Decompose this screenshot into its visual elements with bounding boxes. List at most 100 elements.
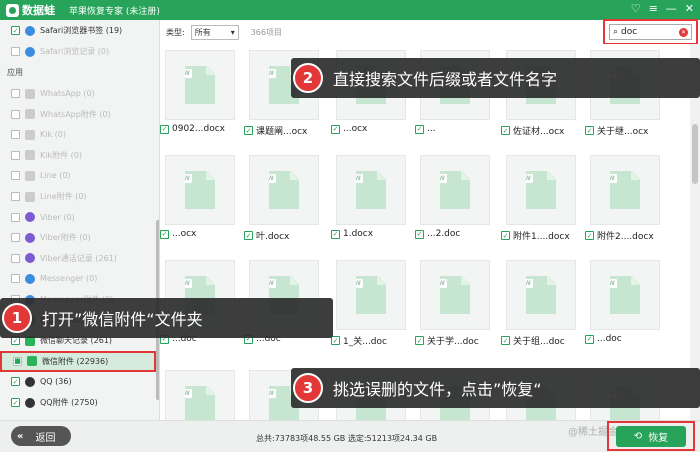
file-thumbnail[interactable] — [506, 260, 576, 330]
file-card[interactable]: ✓0902...docx — [160, 44, 243, 144]
checkbox-icon[interactable] — [11, 47, 20, 56]
file-name: ...ocx — [172, 229, 197, 239]
checkbox-checked-icon[interactable]: ✓ — [244, 231, 253, 240]
file-name: 附件1....docx — [513, 232, 570, 242]
file-name: 1_关...doc — [343, 337, 387, 347]
sidebar-item[interactable]: Viber通话记录 (261) — [0, 248, 156, 269]
qq-icon — [25, 376, 35, 387]
sidebar-item[interactable]: Line (0) — [0, 165, 156, 186]
file-card[interactable]: ✓关于组...doc — [501, 254, 584, 354]
category-sidebar: 应用 ✓ Safari浏览器书签 (19) Safari浏览记录 (0) WhatsA… — [0, 20, 160, 420]
sidebar-item[interactable]: ✓ QQ附件 (2750) — [0, 392, 156, 413]
checkbox-icon[interactable] — [11, 150, 20, 160]
file-thumbnail[interactable] — [165, 50, 235, 120]
checkbox-icon[interactable] — [11, 109, 20, 119]
checkbox-checked-icon[interactable]: ✓ — [501, 126, 510, 135]
file-thumbnail[interactable] — [165, 155, 235, 225]
sidebar-item[interactable]: ✓ QQ (36) — [0, 371, 156, 392]
safari-bookmark-icon — [25, 25, 35, 36]
sidebar-item[interactable]: Kik附件 (0) — [0, 145, 156, 166]
checkbox-checked-icon[interactable]: ✓ — [501, 231, 510, 240]
sidebar-item[interactable]: Kik (0) — [0, 124, 156, 145]
clear-search-icon[interactable]: ✕ — [679, 27, 688, 37]
file-card[interactable]: ✓附件1....docx — [501, 149, 584, 249]
sidebar-item-label: Safari浏览记录 (0) — [40, 47, 110, 56]
checkbox-checked-icon[interactable]: ✓ — [244, 126, 253, 135]
checkbox-checked-icon[interactable]: ✓ — [11, 26, 20, 35]
file-card[interactable]: ✓...ocx — [160, 149, 243, 249]
search-value: doc — [621, 27, 638, 37]
checkbox-icon[interactable] — [11, 274, 20, 284]
sidebar-item[interactable]: WhatsApp (0) — [0, 83, 156, 104]
file-card[interactable]: ✓...doc — [585, 254, 668, 354]
checkbox-checked-icon[interactable]: ✓ — [415, 229, 424, 239]
file-thumbnail[interactable] — [506, 155, 576, 225]
file-name-row: ✓ ...2.doc — [415, 229, 498, 239]
sidebar-item[interactable]: WhatsApp附件 (0) — [0, 104, 156, 125]
file-thumbnail[interactable] — [590, 155, 660, 225]
file-card[interactable]: ✓附件2....docx — [585, 149, 668, 249]
close-icon[interactable]: ✕ — [685, 2, 694, 15]
file-name-row: ✓ ...ocx — [160, 229, 243, 239]
file-thumbnail[interactable] — [590, 260, 660, 330]
checkbox-icon[interactable] — [11, 253, 20, 263]
file-thumbnail[interactable] — [336, 155, 406, 225]
type-dropdown[interactable]: 所有 ▾ — [190, 24, 239, 40]
file-thumbnail[interactable] — [336, 260, 406, 330]
sidebar-item[interactable]: Safari浏览记录 (0) — [0, 41, 156, 62]
file-card[interactable]: ✓1_关...doc — [331, 254, 414, 354]
checkbox-checked-icon[interactable]: ✓ — [415, 336, 424, 345]
annotation-recover: 3 挑选误删的文件，点击”恢复“ — [291, 368, 700, 408]
file-thumbnail[interactable] — [420, 155, 490, 225]
checkbox-checked-icon[interactable]: ✓ — [160, 229, 169, 239]
file-card[interactable]: ✓关于学...doc — [415, 254, 498, 354]
checkbox-checked-icon[interactable]: ✓ — [585, 334, 594, 344]
checkbox-icon[interactable]: ■ — [13, 356, 22, 366]
file-name-row: ✓ ...ocx — [331, 124, 414, 134]
checkbox-checked-icon[interactable]: ✓ — [331, 336, 340, 345]
line-attachment-icon — [25, 191, 35, 202]
sidebar-item[interactable]: Messenger (0) — [0, 268, 156, 289]
file-card[interactable]: ✓1.docx — [331, 149, 414, 249]
checkbox-checked-icon[interactable]: ✓ — [11, 398, 20, 407]
menu-icon[interactable]: ≡ — [649, 2, 658, 15]
app-title: 苹果恢复专家 (未注册) — [69, 6, 160, 17]
checkbox-checked-icon[interactable]: ✓ — [585, 231, 594, 240]
checkbox-icon[interactable] — [11, 89, 20, 98]
sidebar-item[interactable]: ✓ Safari浏览器书签 (19) — [0, 20, 156, 41]
word-document-icon — [610, 171, 640, 209]
checkbox-checked-icon[interactable]: ✓ — [501, 336, 510, 345]
checkbox-checked-icon[interactable]: ✓ — [331, 229, 340, 239]
checkbox-icon[interactable] — [11, 212, 20, 222]
sidebar-item[interactable]: Viber附件 (0) — [0, 227, 156, 248]
line-icon — [25, 170, 35, 181]
file-card[interactable]: ✓叶.docx — [244, 149, 327, 249]
sidebar-item[interactable]: Viber (0) — [0, 207, 156, 228]
back-button[interactable]: « 返回 — [11, 426, 71, 446]
checkbox-checked-icon[interactable]: ✓ — [331, 124, 340, 134]
checkbox-icon[interactable] — [11, 233, 20, 243]
sidebar-item[interactable]: ■ 微信附件 (22936) — [0, 350, 156, 372]
file-card[interactable]: ✓...2.doc — [415, 149, 498, 249]
file-thumbnail[interactable] — [249, 155, 319, 225]
favorite-icon[interactable]: ♡ — [631, 2, 641, 15]
title-bar: 数据蛙 苹果恢复专家 (未注册) ♡ ≡ — ✕ — [0, 0, 700, 20]
search-input[interactable]: ⌕ doc ✕ — [609, 24, 692, 40]
checkbox-icon[interactable] — [11, 192, 20, 201]
grid-scrollbar[interactable] — [690, 44, 700, 420]
checkbox-checked-icon[interactable]: ✓ — [11, 377, 20, 387]
checkbox-checked-icon[interactable]: ✓ — [585, 126, 594, 135]
checkbox-icon[interactable] — [11, 130, 20, 140]
viber-attachment-icon — [25, 232, 35, 243]
checkbox-checked-icon[interactable]: ✓ — [160, 124, 169, 134]
file-thumbnail[interactable] — [420, 260, 490, 330]
grid-scrollbar-thumb[interactable] — [692, 124, 698, 184]
checkbox-checked-icon[interactable]: ✓ — [415, 124, 424, 134]
sidebar-item[interactable]: Line附件 (0) — [0, 186, 156, 207]
back-label: 返回 — [35, 432, 56, 444]
file-name-row: ✓ 1.docx — [331, 229, 414, 239]
minimize-icon[interactable]: — — [666, 2, 677, 15]
recover-button[interactable]: ⟲ 恢复 — [616, 425, 686, 447]
chevron-down-icon: ▾ — [230, 27, 235, 37]
checkbox-icon[interactable] — [11, 171, 20, 181]
